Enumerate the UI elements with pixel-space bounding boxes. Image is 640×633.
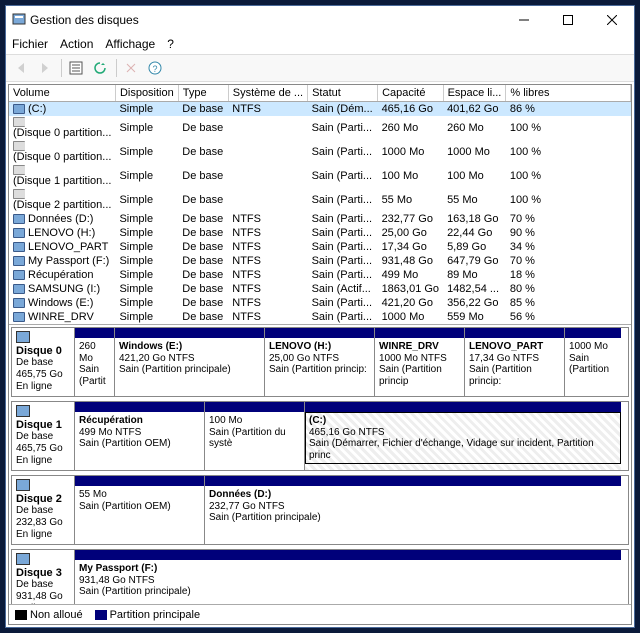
table-row[interactable]: WINRE_DRVSimpleDe baseNTFSSain (Parti...…: [9, 310, 631, 324]
partition[interactable]: 260 MoSain (Partit: [75, 328, 115, 396]
legend: Non alloué Partition principale: [9, 604, 631, 624]
drive-icon: [13, 242, 25, 252]
col-type[interactable]: Type: [178, 85, 228, 102]
partition[interactable]: (C:)465,16 Go NTFSSain (Démarrer, Fichie…: [305, 402, 621, 470]
titlebar[interactable]: Gestion des disques: [6, 6, 634, 34]
partition-icon: [13, 189, 25, 199]
app-icon: [12, 12, 26, 29]
partition[interactable]: Données (D:)232,77 Go NTFSSain (Partitio…: [205, 476, 621, 544]
disk-icon: [16, 405, 30, 417]
disk-icon: [16, 331, 30, 343]
menubar: Fichier Action Affichage ?: [6, 34, 634, 54]
volume-list[interactable]: Volume Disposition Type Système de ... S…: [9, 85, 631, 325]
table-row[interactable]: RécupérationSimpleDe baseNTFSSain (Parti…: [9, 268, 631, 282]
partition[interactable]: Récupération499 Mo NTFSSain (Partition O…: [75, 402, 205, 470]
window-title: Gestion des disques: [30, 13, 502, 27]
content-area: Volume Disposition Type Système de ... S…: [8, 84, 632, 625]
disk-icon: [16, 553, 30, 565]
disk-info[interactable]: Disque 2De base232,83 GoEn ligne: [11, 475, 75, 545]
disk-info[interactable]: Disque 1De base465,75 GoEn ligne: [11, 401, 75, 471]
drive-icon: [13, 298, 25, 308]
partition[interactable]: 55 MoSain (Partition OEM): [75, 476, 205, 544]
menu-help[interactable]: ?: [167, 37, 174, 51]
legend-primary: Partition principale: [95, 609, 201, 621]
col-free[interactable]: Espace li...: [443, 85, 506, 102]
partition-icon: [13, 141, 25, 151]
menu-view[interactable]: Affichage: [105, 37, 155, 51]
col-layout[interactable]: Disposition: [115, 85, 178, 102]
partition-icon: [13, 165, 25, 175]
col-fs[interactable]: Système de ...: [228, 85, 307, 102]
drive-icon: [13, 312, 25, 322]
partition-icon: [13, 117, 25, 127]
graphical-view[interactable]: Disque 0De base465,75 GoEn ligne260 MoSa…: [9, 325, 631, 604]
disk-info[interactable]: Disque 0De base465,75 GoEn ligne: [11, 327, 75, 397]
table-row[interactable]: LENOVO_PARTSimpleDe baseNTFSSain (Parti.…: [9, 240, 631, 254]
drive-icon: [13, 214, 25, 224]
disk-icon: [16, 479, 30, 491]
refresh-button[interactable]: [89, 57, 111, 79]
drive-icon: [13, 104, 25, 114]
legend-unallocated: Non alloué: [15, 609, 83, 621]
col-pct[interactable]: % libres: [506, 85, 631, 102]
delete-button: [120, 57, 142, 79]
table-row[interactable]: SAMSUNG (I:)SimpleDe baseNTFSSain (Actif…: [9, 282, 631, 296]
drive-icon: [13, 228, 25, 238]
partition[interactable]: 100 MoSain (Partition du systè: [205, 402, 305, 470]
disk-row[interactable]: Disque 1De base465,75 GoEn ligneRécupéra…: [11, 401, 629, 471]
drive-icon: [13, 270, 25, 280]
disk-row[interactable]: Disque 0De base465,75 GoEn ligne260 MoSa…: [11, 327, 629, 397]
forward-button: [34, 57, 56, 79]
menu-action[interactable]: Action: [60, 37, 93, 51]
table-row[interactable]: Données (D:)SimpleDe baseNTFSSain (Parti…: [9, 212, 631, 226]
close-button[interactable]: [590, 6, 634, 34]
drive-icon: [13, 284, 25, 294]
table-row[interactable]: (Disque 0 partition...SimpleDe baseSain …: [9, 116, 631, 140]
disk-row[interactable]: Disque 3De base931,48 GoEn ligneMy Passp…: [11, 549, 629, 604]
back-button: [10, 57, 32, 79]
table-row[interactable]: My Passport (F:)SimpleDe baseNTFSSain (P…: [9, 254, 631, 268]
toolbar: ?: [6, 54, 634, 82]
partition[interactable]: LENOVO_PART17,34 Go NTFSSain (Partition …: [465, 328, 565, 396]
help-button[interactable]: ?: [144, 57, 166, 79]
table-row[interactable]: (Disque 1 partition...SimpleDe baseSain …: [9, 164, 631, 188]
partition[interactable]: Windows (E:)421,20 Go NTFSSain (Partitio…: [115, 328, 265, 396]
col-status[interactable]: Statut: [308, 85, 378, 102]
partition[interactable]: 1000 MoSain (Partition: [565, 328, 621, 396]
partition[interactable]: My Passport (F:)931,48 Go NTFSSain (Part…: [75, 550, 621, 604]
table-row[interactable]: (C:)SimpleDe baseNTFSSain (Dém...465,16 …: [9, 102, 631, 117]
drive-icon: [13, 256, 25, 266]
disk-row[interactable]: Disque 2De base232,83 GoEn ligne55 MoSai…: [11, 475, 629, 545]
col-volume[interactable]: Volume: [9, 85, 115, 102]
partition[interactable]: LENOVO (H:)25,00 Go NTFSSain (Partition …: [265, 328, 375, 396]
col-capacity[interactable]: Capacité: [378, 85, 444, 102]
partition[interactable]: WINRE_DRV1000 Mo NTFSSain (Partition pri…: [375, 328, 465, 396]
table-row[interactable]: Windows (E:)SimpleDe baseNTFSSain (Parti…: [9, 296, 631, 310]
disk-management-window: Gestion des disques Fichier Action Affic…: [5, 5, 635, 628]
menu-file[interactable]: Fichier: [12, 37, 48, 51]
table-row[interactable]: (Disque 2 partition...SimpleDe baseSain …: [9, 188, 631, 212]
minimize-button[interactable]: [502, 6, 546, 34]
table-row[interactable]: LENOVO (H:)SimpleDe baseNTFSSain (Parti.…: [9, 226, 631, 240]
maximize-button[interactable]: [546, 6, 590, 34]
table-row[interactable]: (Disque 0 partition...SimpleDe baseSain …: [9, 140, 631, 164]
properties-button[interactable]: [65, 57, 87, 79]
disk-info[interactable]: Disque 3De base931,48 GoEn ligne: [11, 549, 75, 604]
svg-text:?: ?: [152, 64, 157, 74]
